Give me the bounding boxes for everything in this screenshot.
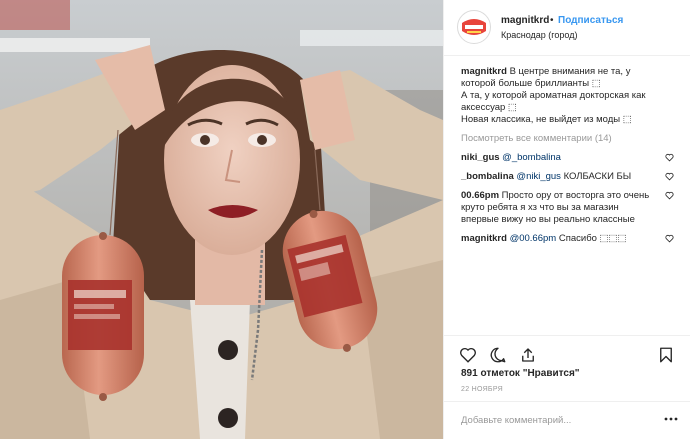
comment-username[interactable]: _bombalina (461, 171, 514, 182)
semeyny-logo-icon (459, 12, 489, 42)
post-header: magnitkrd • Подписаться Краснодар (город… (444, 0, 690, 56)
caption-line-3: Новая классика, не выйдет из моды ⬚ (461, 114, 632, 125)
comment-username[interactable]: magnitkrd (461, 233, 507, 244)
instagram-post: magnitkrd • Подписаться Краснодар (город… (0, 0, 690, 439)
comment-item: _bombalina @niki_gus КОЛБАСКИ БЫ (461, 171, 674, 183)
comment-item: 00.66pm Просто ору от восторга это очень… (461, 190, 674, 226)
location-link[interactable]: Краснодар (город) (501, 30, 577, 40)
share-icon[interactable] (519, 346, 537, 364)
post-date[interactable]: 22 НОЯБРЯ (461, 386, 503, 393)
caption: magnitkrd В центре внимания не та, у кот… (461, 66, 674, 126)
sausage-left (62, 232, 144, 401)
add-comment-bar (444, 401, 690, 439)
comment-item: magnitkrd @00.66pm Спасибо ⬚⬚⬚ (461, 233, 674, 245)
follow-button[interactable]: Подписаться (558, 15, 623, 26)
view-all-comments-link[interactable]: Посмотреть все комментарии (14) (461, 133, 674, 144)
caption-line-2: А та, у которой ароматная докторская как… (461, 90, 646, 113)
more-options-icon[interactable] (664, 416, 678, 422)
comment-like-heart-icon[interactable] (665, 172, 674, 181)
comment-item: niki_gus @_bombalina (461, 152, 674, 164)
separator-dot: • (550, 15, 554, 26)
avatar[interactable] (457, 10, 491, 44)
post-side-panel: magnitkrd • Подписаться Краснодар (город… (443, 0, 690, 439)
comment-mention[interactable]: @_bombalina (500, 152, 561, 163)
post-photo[interactable] (0, 0, 443, 439)
caption-username[interactable]: magnitkrd (461, 66, 507, 77)
add-comment-input[interactable] (461, 411, 661, 429)
comment-text: КОЛБАСКИ БЫ (560, 171, 632, 182)
photo-illustration (0, 0, 443, 439)
comment-like-heart-icon[interactable] (665, 234, 674, 243)
bookmark-icon[interactable] (657, 346, 675, 364)
comments-section: magnitkrd В центре внимания не та, у кот… (461, 66, 674, 252)
comment-like-heart-icon[interactable] (665, 153, 674, 162)
comment-username[interactable]: niki_gus (461, 152, 500, 163)
username-link[interactable]: magnitkrd (501, 15, 549, 26)
comment-like-heart-icon[interactable] (665, 191, 674, 200)
comment-text: Спасибо ⬚⬚⬚ (556, 233, 627, 244)
comment-mention[interactable]: @niki_gus (514, 171, 561, 182)
likes-count[interactable]: 891 отметок "Нравится" (461, 368, 580, 379)
comment-icon[interactable] (489, 346, 507, 364)
comment-username[interactable]: 00.66pm (461, 190, 499, 201)
comment-mention[interactable]: @00.66pm (507, 233, 557, 244)
heart-icon[interactable] (459, 346, 477, 364)
